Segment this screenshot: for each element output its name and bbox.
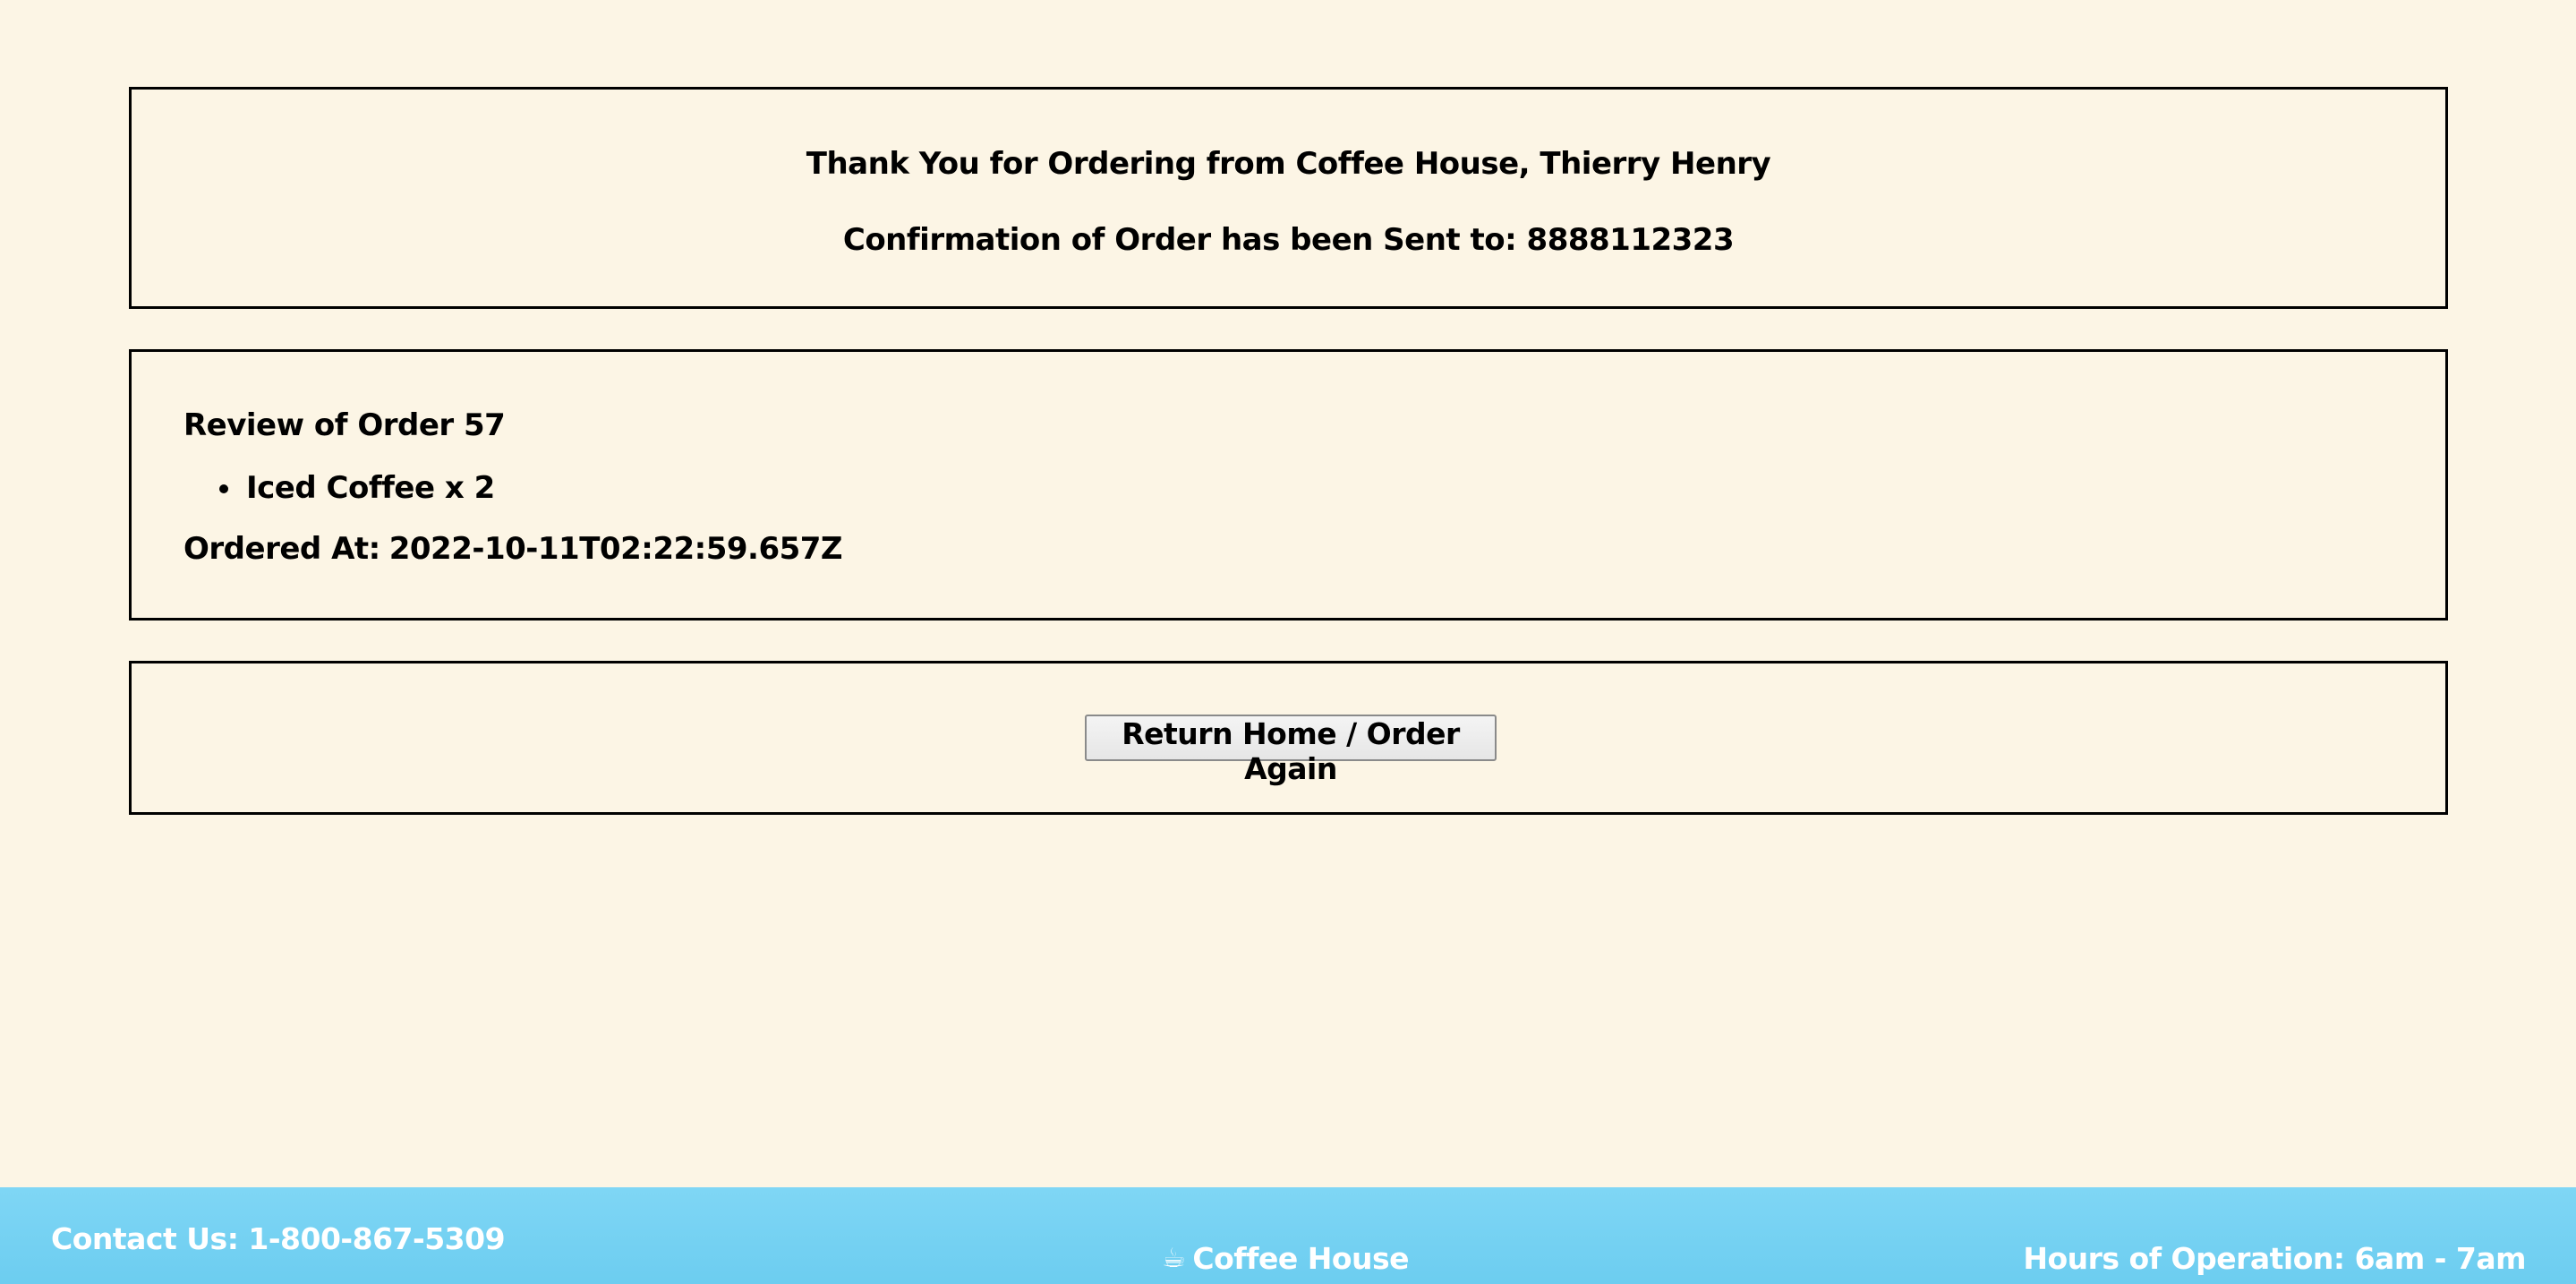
order-items-list: Iced Coffee x 2	[183, 468, 495, 508]
actions-panel: Return Home / Order Again	[129, 661, 2448, 815]
confirmation-panel: Thank You for Ordering from Coffee House…	[129, 87, 2448, 309]
site-footer: Contact Us: 1-800-867-5309 ☕ Coffee Hous…	[0, 1187, 2576, 1284]
order-confirmation-page: Thank You for Ordering from Coffee House…	[0, 0, 2576, 1284]
ordered-at-value: 2022-10-11T02:22:59.657Z	[388, 531, 843, 567]
order-item-label: Iced Coffee x 2	[246, 470, 495, 506]
ordered-at-label: Ordered At:	[183, 531, 380, 567]
return-home-button[interactable]: Return Home / Order Again	[1085, 715, 1497, 786]
bullet-icon	[219, 484, 228, 493]
confirmation-sent-message: Confirmation of Order has been Sent to: …	[842, 222, 1735, 258]
thank-you-message: Thank You for Ordering from Coffee House…	[806, 146, 1771, 182]
ordered-at: Ordered At: 2022-10-11T02:22:59.657Z	[183, 531, 843, 567]
coffee-cup-icon: ☕	[1162, 1243, 1186, 1274]
footer-hours: Hours of Operation: 6am - 7am	[2023, 1241, 2526, 1276]
footer-brand: ☕ Coffee House	[1162, 1241, 1410, 1276]
order-review-panel: Review of Order 57 Iced Coffee x 2 Order…	[129, 349, 2448, 621]
order-item: Iced Coffee x 2	[183, 468, 495, 508]
footer-brand-name: Coffee House	[1192, 1241, 1410, 1276]
footer-contact: Contact Us: 1-800-867-5309	[51, 1221, 506, 1256]
order-review-title: Review of Order 57	[183, 407, 506, 443]
